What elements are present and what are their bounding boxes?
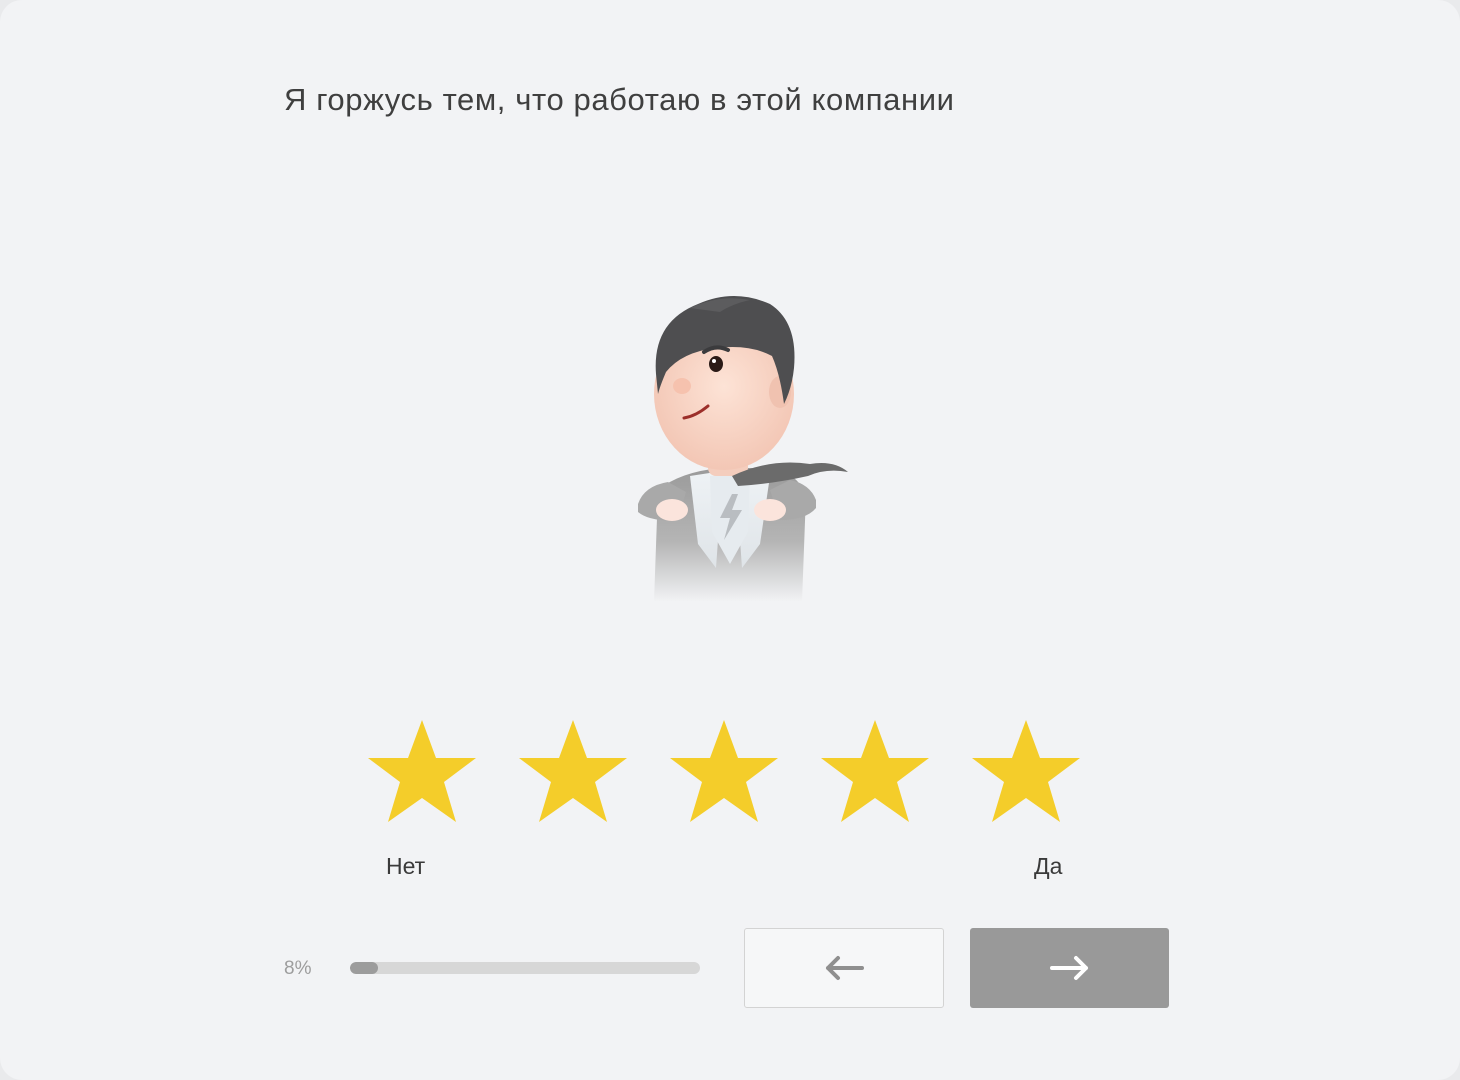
rating-label-no: Нет [386, 853, 426, 879]
star-5-icon[interactable] [970, 716, 1082, 824]
progress-bar [350, 962, 700, 974]
survey-card: Я горжусь тем, что работаю в этой компан… [0, 0, 1460, 1080]
businessman-superhero-illustration [638, 296, 848, 602]
next-button[interactable] [970, 928, 1169, 1008]
star-3-icon[interactable] [668, 716, 780, 824]
progress-percent: 8% [284, 958, 312, 979]
arrow-left-icon [826, 956, 864, 980]
arrow-right-icon [1049, 956, 1088, 980]
rating-label-yes: Да [1034, 853, 1063, 879]
star-1-icon[interactable] [366, 716, 478, 824]
progress-bar-fill [350, 962, 378, 974]
star-rating [366, 716, 1086, 828]
star-2-icon[interactable] [517, 716, 629, 824]
star-4-icon[interactable] [819, 716, 931, 824]
previous-button[interactable] [744, 928, 944, 1008]
question-text: Я горжусь тем, что работаю в этой компан… [284, 82, 955, 117]
